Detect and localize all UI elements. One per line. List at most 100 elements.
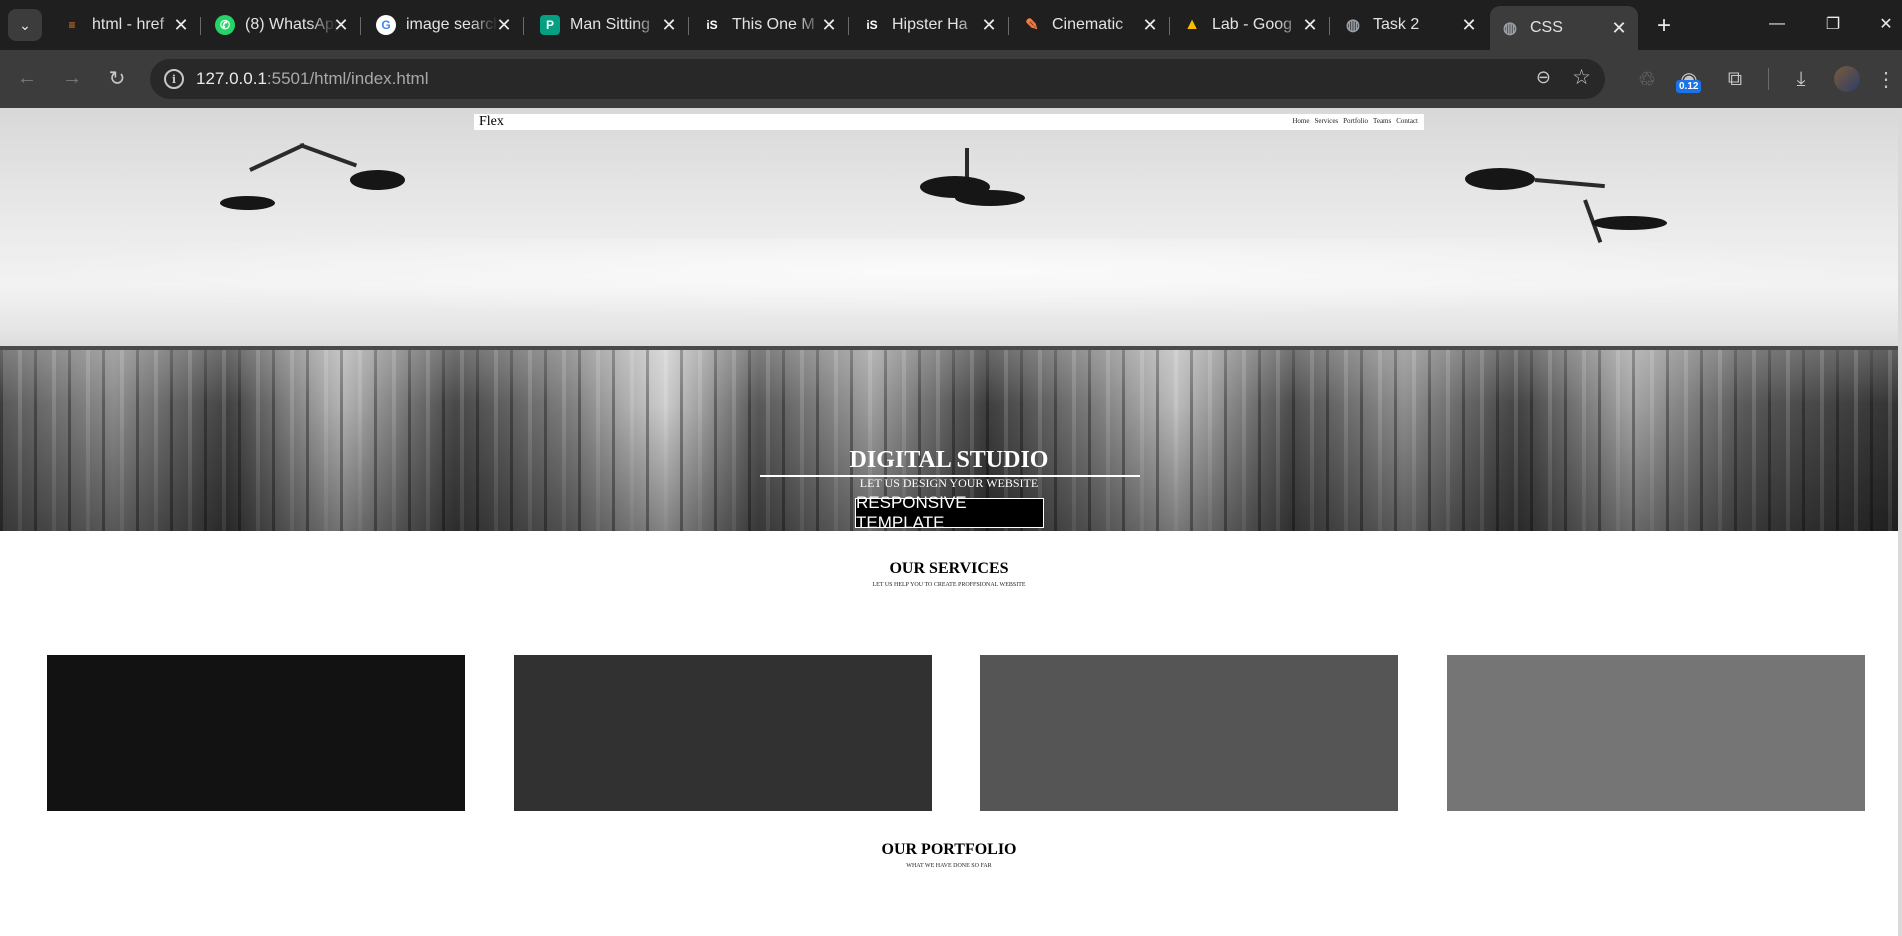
nav-links: Home Services Portfolio Teams Contact [1292,117,1418,125]
service-card-1[interactable] [47,655,465,811]
tab-title: (8) WhatsApp [245,16,337,33]
forward-button[interactable]: → [56,62,88,94]
tab-title: Hipster Ha [892,16,968,33]
site-info-icon[interactable]: i [164,69,184,89]
zoom-icon[interactable]: ⊖ [1536,67,1551,88]
close-icon[interactable]: ✕ [818,14,840,36]
hero-background-image [0,238,1898,318]
close-icon: ✕ [1879,16,1893,33]
nav-link-services[interactable]: Services [1314,117,1338,125]
profile-avatar[interactable] [1834,66,1860,92]
istock-icon: iS [866,18,878,32]
tab-title: Man Sitting [570,16,651,33]
services-title: OUR SERVICES [889,560,1009,577]
menu-dots-icon[interactable]: ⋮ [1876,64,1896,94]
tab-whatsapp[interactable]: ✆ (8) WhatsApp ✕ [205,8,361,42]
tab-lab-google[interactable]: ▲ Lab - Goog ✕ [1172,8,1330,42]
portfolio-title: OUR PORTFOLIO [881,841,1017,858]
page-scrollbar[interactable] [1898,108,1902,936]
minimize-icon: — [1769,15,1785,32]
puzzle-extensions-icon[interactable]: ⧉ [1720,64,1750,94]
tab-separator [1169,17,1170,35]
restore-icon: ❐ [1825,16,1841,33]
globe-icon: ◍ [1503,20,1517,37]
tab-image-search[interactable]: G image search ✕ [366,8,524,42]
close-icon[interactable]: ✕ [1458,14,1480,36]
close-icon[interactable]: ✕ [658,14,680,36]
tab-title: image search [406,16,498,33]
tab-title: Lab - Goog [1212,16,1293,33]
close-icon[interactable]: ✕ [1608,17,1630,39]
tab-hipster[interactable]: iS Hipster Ha ✕ [852,8,1009,42]
tab-html-href[interactable]: ≡ html - href ✕ [52,8,201,42]
tab-separator [360,17,361,35]
hero-subtitle: LET US DESIGN YOUR WEBSITE [859,476,1039,490]
download-icon[interactable]: ⤓ [1786,64,1816,94]
browser-toolbar: ← → ↻ i 127.0.0.1:5501/html/index.html ⊖… [0,50,1902,108]
hero-section: Flex Home Services Portfolio Teams Conta… [0,108,1898,531]
url-host: 127.0.0.1 [196,69,267,88]
service-card-3[interactable] [980,655,1398,811]
tab-search-button[interactable]: ⌄ [8,9,42,41]
browser-chrome: ⌄ ≡ html - href ✕ ✆ (8) WhatsApp ✕ G ima… [0,0,1902,108]
responsive-template-button[interactable]: RESPONSIVE TEMPLATE [855,493,1044,531]
globe-icon: ◍ [1346,17,1360,34]
tab-cinematic[interactable]: ✎ Cinematic ✕ [1012,8,1170,42]
close-window-button[interactable]: ✕ [1866,10,1902,38]
tab-title: This One M [732,16,815,33]
plus-icon: + [1656,12,1671,39]
tab-task-2[interactable]: ◍ Task 2 ✕ [1333,8,1488,42]
nav-link-home[interactable]: Home [1292,117,1309,125]
new-tab-button[interactable]: + [1650,12,1678,40]
reload-icon: ↻ [108,67,126,90]
site-navbar: Flex Home Services Portfolio Teams Conta… [474,114,1424,130]
page-viewport: Flex Home Services Portfolio Teams Conta… [0,108,1902,936]
chevron-down-icon: ⌄ [19,16,31,33]
stackoverflow-icon: ≡ [68,18,76,32]
close-icon[interactable]: ✕ [1139,14,1161,36]
tab-strip: ⌄ ≡ html - href ✕ ✆ (8) WhatsApp ✕ G ima… [0,0,1902,50]
istock-icon: iS [706,18,718,32]
restore-button[interactable]: ❐ [1813,10,1853,38]
tab-man-sitting[interactable]: P Man Sitting ✕ [530,8,689,42]
bookmark-star-icon[interactable]: ☆ [1572,65,1591,90]
url-path: :5501/html/index.html [266,69,429,88]
service-card-2[interactable] [514,655,932,811]
tab-css-active[interactable]: ◍ CSS ✕ [1490,6,1638,50]
tab-separator [1329,17,1330,35]
tab-separator [688,17,689,35]
close-icon[interactable]: ✕ [978,14,1000,36]
nav-link-contact[interactable]: Contact [1396,117,1418,125]
pencil-icon: ✎ [1025,17,1039,34]
whatsapp-icon: ✆ [215,15,235,35]
tab-this-one[interactable]: iS This One M ✕ [692,8,849,42]
portfolio-subtitle: WHAT WE HAVE DONE SO FAR [906,863,992,869]
back-button[interactable]: ← [11,62,43,94]
tab-separator [848,17,849,35]
url-text[interactable]: 127.0.0.1:5501/html/index.html [196,69,429,89]
tab-separator [200,17,201,35]
extension-badge: 0.12 [1676,80,1702,93]
arrow-left-icon: ← [17,66,37,89]
minimize-button[interactable]: — [1757,10,1797,38]
google-drive-icon: ▲ [1184,16,1200,33]
tab-title: Cinematic [1052,16,1124,33]
hero-title: DIGITAL STUDIO [849,447,1049,473]
close-icon[interactable]: ✕ [1299,14,1321,36]
pexels-icon: P [540,15,560,35]
nav-link-teams[interactable]: Teams [1373,117,1391,125]
recycle-extension-icon[interactable]: ♲ [1632,64,1662,94]
tab-separator [523,17,524,35]
arrow-right-icon: → [62,66,82,89]
services-subtitle: LET US HELP YOU TO CREATE PROFFSIONAL WE… [872,582,1026,588]
close-icon[interactable]: ✕ [330,14,352,36]
nav-link-portfolio[interactable]: Portfolio [1343,117,1368,125]
service-card-4[interactable] [1447,655,1865,811]
toolbar-separator [1768,68,1769,90]
close-icon[interactable]: ✕ [493,14,515,36]
google-icon: G [376,15,396,35]
address-bar[interactable]: i 127.0.0.1:5501/html/index.html ⊖ ☆ [150,59,1605,99]
reload-button[interactable]: ↻ [101,62,133,94]
site-logo[interactable]: Flex [479,114,504,130]
close-icon[interactable]: ✕ [170,14,192,36]
